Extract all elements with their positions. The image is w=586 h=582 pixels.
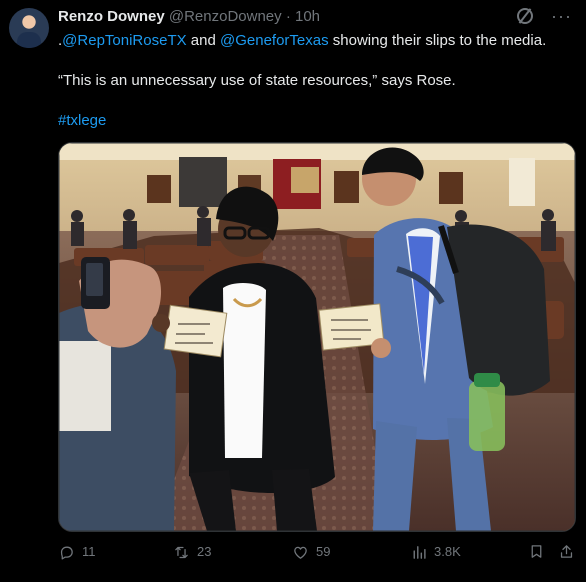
share-icon (560, 545, 573, 558)
tweet-quote: “This is an unnecessary use of state res… (58, 72, 456, 89)
tweet-actions: 11 23 59 3.8K (58, 543, 574, 561)
mention-rep-toni-rose[interactable]: @RepToniRoseTX (62, 32, 186, 49)
tweet-header: Renzo Downey @RenzoDowney · 10h (58, 7, 320, 27)
text-rest: showing their slips to the media. (328, 32, 547, 49)
bookmark-button[interactable] (528, 543, 545, 560)
text-and: and (186, 32, 220, 49)
grok-icon[interactable] (517, 8, 534, 24)
like-button[interactable]: 59 (292, 543, 330, 561)
share-button[interactable] (558, 543, 575, 560)
like-count: 59 (316, 544, 331, 559)
top-actions: ··· (517, 7, 572, 25)
tweet-text: .@RepToniRoseTX and @GeneforTexas showin… (58, 31, 578, 131)
avatar[interactable] (9, 8, 49, 48)
mention-gene-for-texas[interactable]: @GeneforTexas (220, 32, 329, 49)
header-separator: · (285, 8, 291, 25)
avatar-image (17, 32, 41, 48)
tweet-line-1: .@RepToniRoseTX and @GeneforTexas showin… (58, 31, 578, 51)
author-name[interactable]: Renzo Downey (58, 8, 165, 25)
hashtag-txlege[interactable]: #txlege (58, 111, 578, 131)
tweet-time[interactable]: 10h (295, 8, 320, 25)
chamber-photo (59, 143, 575, 531)
bookmark-icon (531, 545, 542, 558)
repost-button[interactable]: 23 (173, 543, 211, 561)
repost-count: 23 (197, 544, 212, 559)
views-button[interactable]: 3.8K (410, 543, 461, 561)
views-icon (413, 545, 426, 559)
heart-icon (294, 546, 307, 559)
reply-count: 11 (82, 544, 96, 559)
tweet-photo[interactable] (58, 142, 576, 532)
reply-button[interactable]: 11 (58, 543, 96, 561)
reply-icon (60, 546, 73, 560)
repost-icon (175, 546, 188, 558)
author-handle[interactable]: @RenzoDowney (169, 8, 282, 25)
more-icon[interactable]: ··· (551, 7, 572, 25)
views-count: 3.8K (434, 544, 461, 559)
